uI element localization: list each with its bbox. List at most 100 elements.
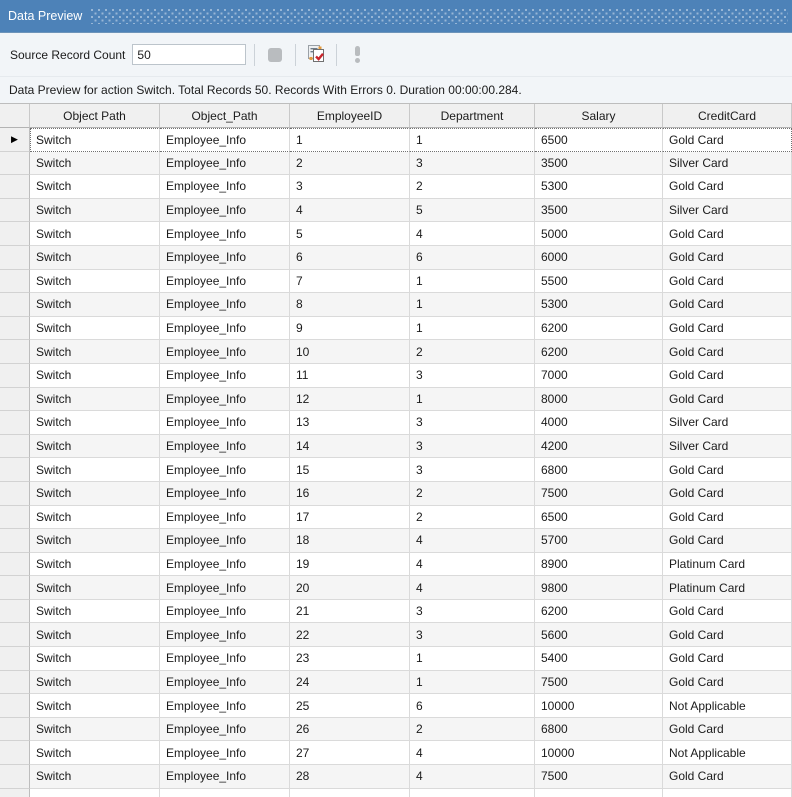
- cell[interactable]: Employee_Info: [160, 222, 290, 246]
- cell[interactable]: 5300: [535, 293, 663, 317]
- cell[interactable]: Switch: [30, 600, 160, 624]
- cell[interactable]: 5400: [535, 647, 663, 671]
- cell[interactable]: 6200: [535, 600, 663, 624]
- cell[interactable]: Switch: [30, 293, 160, 317]
- cell[interactable]: Switch: [30, 388, 160, 412]
- table-row[interactable]: SwitchEmployee_Info1627500Gold Card: [0, 482, 792, 506]
- row-selector[interactable]: [0, 623, 30, 647]
- table-row[interactable]: SwitchEmployee_Info545000Gold Card: [0, 222, 792, 246]
- cell[interactable]: 1: [410, 293, 535, 317]
- table-row[interactable]: SwitchEmployee_Info453500Silver Card: [0, 199, 792, 223]
- cell[interactable]: Platinum Card: [663, 553, 792, 577]
- cell[interactable]: Switch: [30, 340, 160, 364]
- cell[interactable]: 8900: [535, 553, 663, 577]
- cell[interactable]: 3: [410, 364, 535, 388]
- cell[interactable]: 17: [290, 506, 410, 530]
- cell[interactable]: Switch: [30, 647, 160, 671]
- cell[interactable]: 5500: [535, 270, 663, 294]
- row-selector[interactable]: [0, 529, 30, 553]
- row-selector[interactable]: [0, 152, 30, 176]
- table-row[interactable]: SwitchEmployee_Info233500Silver Card: [0, 152, 792, 176]
- row-selector[interactable]: [0, 482, 30, 506]
- table-row[interactable]: SwitchEmployee_Info815300Gold Card: [0, 293, 792, 317]
- row-selector[interactable]: [0, 293, 30, 317]
- cell[interactable]: Employee_Info: [160, 623, 290, 647]
- cell[interactable]: 18: [290, 529, 410, 553]
- column-header-object-path[interactable]: Object_Path: [160, 104, 290, 128]
- cell[interactable]: Switch: [30, 128, 160, 152]
- table-row[interactable]: SwitchEmployee_Info27410000Not Applicabl…: [0, 741, 792, 765]
- cell[interactable]: 6: [410, 246, 535, 270]
- cell[interactable]: Employee_Info: [160, 576, 290, 600]
- cell[interactable]: 2: [290, 152, 410, 176]
- cell[interactable]: Switch: [30, 246, 160, 270]
- cell[interactable]: Employee_Info: [160, 388, 290, 412]
- cell[interactable]: 5700: [535, 529, 663, 553]
- cell[interactable]: Switch: [30, 529, 160, 553]
- cell[interactable]: 1: [290, 128, 410, 152]
- cell[interactable]: Employee_Info: [160, 435, 290, 459]
- row-selector[interactable]: [0, 789, 30, 797]
- cell[interactable]: 5: [410, 199, 535, 223]
- cell[interactable]: 4: [410, 553, 535, 577]
- cell[interactable]: 6500: [535, 506, 663, 530]
- cell[interactable]: Switch: [30, 765, 160, 789]
- cell[interactable]: 4: [290, 199, 410, 223]
- table-row[interactable]: SwitchEmployee_Info1845700Gold Card: [0, 529, 792, 553]
- cell[interactable]: [663, 789, 792, 797]
- cell[interactable]: Switch: [30, 718, 160, 742]
- cell[interactable]: Switch: [30, 482, 160, 506]
- cell[interactable]: 5000: [535, 222, 663, 246]
- cell[interactable]: Gold Card: [663, 623, 792, 647]
- row-selector[interactable]: [0, 506, 30, 530]
- cell[interactable]: Employee_Info: [160, 765, 290, 789]
- cell[interactable]: Switch: [30, 576, 160, 600]
- cell[interactable]: 4: [410, 222, 535, 246]
- cell[interactable]: 1: [410, 671, 535, 695]
- cell[interactable]: Gold Card: [663, 671, 792, 695]
- table-row[interactable]: SwitchEmployee_Info715500Gold Card: [0, 270, 792, 294]
- cell[interactable]: Silver Card: [663, 199, 792, 223]
- cell[interactable]: [535, 789, 663, 797]
- validate-button[interactable]: [304, 43, 328, 67]
- cell[interactable]: Not Applicable: [663, 694, 792, 718]
- cell[interactable]: 3: [410, 623, 535, 647]
- cell[interactable]: 4: [410, 576, 535, 600]
- cell[interactable]: Switch: [30, 270, 160, 294]
- cell[interactable]: Employee_Info: [160, 506, 290, 530]
- cell[interactable]: Gold Card: [663, 482, 792, 506]
- cell[interactable]: Employee_Info: [160, 671, 290, 695]
- cell[interactable]: 3500: [535, 199, 663, 223]
- row-selector[interactable]: [0, 270, 30, 294]
- cell[interactable]: 21: [290, 600, 410, 624]
- cell[interactable]: Gold Card: [663, 293, 792, 317]
- table-row[interactable]: SwitchEmployee_Info2847500Gold Card: [0, 765, 792, 789]
- cell[interactable]: [410, 789, 535, 797]
- table-row[interactable]: SwitchEmployee_Info666000Gold Card: [0, 246, 792, 270]
- row-selector[interactable]: [0, 765, 30, 789]
- cell[interactable]: 10: [290, 340, 410, 364]
- cell[interactable]: 3: [410, 435, 535, 459]
- row-selector[interactable]: [0, 458, 30, 482]
- cell[interactable]: 16: [290, 482, 410, 506]
- cell[interactable]: 13: [290, 411, 410, 435]
- cell[interactable]: 2: [410, 340, 535, 364]
- cell[interactable]: Switch: [30, 741, 160, 765]
- table-row[interactable]: SwitchEmployee_Info2417500Gold Card: [0, 671, 792, 695]
- cell[interactable]: 20: [290, 576, 410, 600]
- table-row[interactable]: SwitchEmployee_Info1726500Gold Card: [0, 506, 792, 530]
- cell[interactable]: 26: [290, 718, 410, 742]
- column-header-creditcard[interactable]: CreditCard: [663, 104, 792, 128]
- cell[interactable]: Employee_Info: [160, 199, 290, 223]
- row-selector[interactable]: [0, 175, 30, 199]
- cell[interactable]: Switch: [30, 671, 160, 695]
- cell[interactable]: Switch: [30, 364, 160, 388]
- cell[interactable]: Gold Card: [663, 718, 792, 742]
- cell[interactable]: 2: [410, 175, 535, 199]
- cell[interactable]: Not Applicable: [663, 741, 792, 765]
- cell[interactable]: Employee_Info: [160, 152, 290, 176]
- column-header-object-path[interactable]: Object Path: [30, 104, 160, 128]
- cell[interactable]: Employee_Info: [160, 694, 290, 718]
- row-selector[interactable]: [0, 576, 30, 600]
- cell[interactable]: 5: [290, 222, 410, 246]
